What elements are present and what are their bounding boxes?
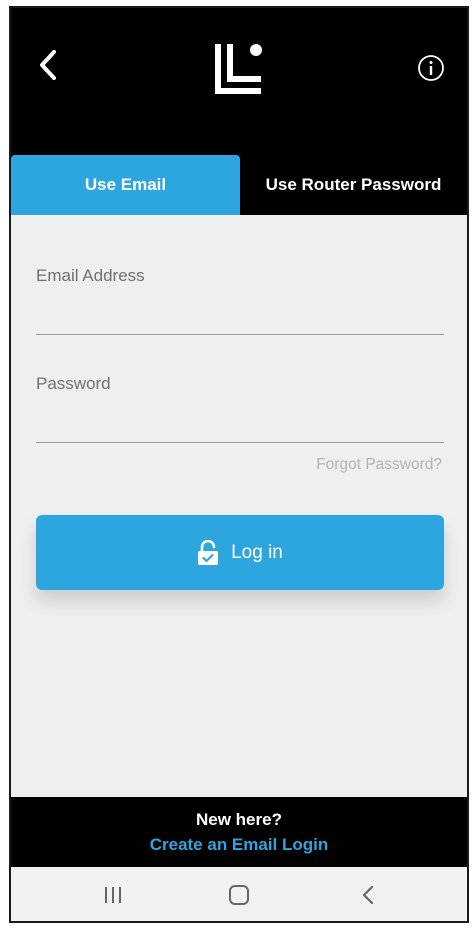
email-field[interactable]: Email Address: [36, 259, 444, 335]
back-icon[interactable]: [348, 879, 388, 911]
info-icon[interactable]: [417, 54, 445, 82]
system-nav-bar: [11, 867, 467, 921]
recents-icon[interactable]: [93, 879, 133, 911]
signup-footer: New here? Create an Email Login: [11, 797, 467, 867]
password-input[interactable]: [36, 408, 444, 440]
new-here-text: New here?: [196, 810, 282, 829]
create-email-login-link[interactable]: Create an Email Login: [11, 835, 467, 855]
password-label: Password: [36, 374, 111, 393]
tab-label: Use Router Password: [265, 175, 442, 194]
lock-icon: [198, 539, 219, 565]
login-button-label: Log in: [231, 541, 283, 563]
tab-label: Use Email: [84, 175, 167, 194]
email-input[interactable]: [36, 300, 444, 332]
app-header: Use Email Use Router Password: [11, 8, 467, 215]
password-field[interactable]: Password: [36, 367, 444, 443]
forgot-password-link[interactable]: Forgot Password?: [316, 456, 442, 474]
chevron-left-icon: [40, 50, 56, 80]
home-icon[interactable]: [219, 879, 259, 911]
login-button[interactable]: Log in: [36, 515, 444, 590]
linksys-logo: [215, 44, 262, 94]
login-method-tabs: Use Email Use Router Password: [11, 155, 467, 215]
app-screen: Use Email Use Router Password Email Addr…: [9, 6, 469, 923]
login-form: Email Address Password: [36, 215, 444, 443]
tab-use-router-password[interactable]: Use Router Password: [240, 155, 467, 215]
email-label: Email Address: [36, 266, 145, 285]
back-button[interactable]: [31, 48, 65, 82]
tab-use-email[interactable]: Use Email: [11, 155, 240, 215]
